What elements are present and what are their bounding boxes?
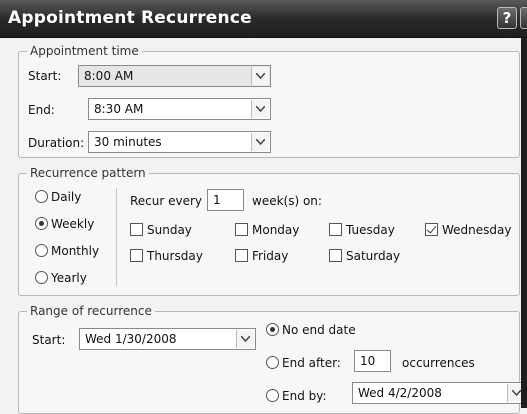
checkbox-box[interactable] — [235, 249, 248, 262]
radio-yearly-label: Yearly — [51, 271, 87, 285]
checkbox-saturday[interactable]: Saturday — [329, 249, 400, 263]
checkbox-box[interactable] — [130, 223, 143, 236]
recur-every-label: Recur every — [130, 194, 203, 208]
end-time-select[interactable]: 8:30 AM — [88, 98, 271, 120]
checkbox-wednesday[interactable]: Wednesday — [425, 223, 511, 237]
range-legend: Range of recurrence — [30, 304, 152, 318]
title-bar: Appointment Recurrence ? — [0, 0, 527, 38]
start-time-label: Start: — [28, 69, 62, 83]
start-time-value: 8:00 AM — [84, 69, 134, 83]
radio-daily[interactable]: Daily — [35, 190, 81, 204]
radio-circle[interactable] — [266, 356, 279, 369]
checkbox-friday[interactable]: Friday — [235, 249, 288, 263]
radio-circle[interactable] — [266, 389, 279, 402]
checkbox-friday-label: Friday — [252, 249, 289, 263]
checkbox-sunday-label: Sunday — [147, 223, 192, 237]
weeks-on-label: week(s) on: — [252, 194, 322, 208]
radio-monthly-label: Monthly — [51, 244, 100, 258]
end-time-value: 8:30 AM — [94, 102, 144, 116]
radio-circle[interactable] — [35, 244, 48, 257]
range-start-select[interactable]: Wed 1/30/2008 — [79, 328, 256, 350]
end-time-label: End: — [28, 103, 55, 117]
radio-no-end-date-label: No end date — [282, 323, 356, 337]
chevron-down-icon[interactable] — [251, 67, 269, 85]
checkbox-box[interactable] — [130, 249, 143, 262]
radio-end-after[interactable]: End after: — [266, 356, 341, 370]
checkbox-monday-label: Monday — [252, 223, 300, 237]
radio-daily-label: Daily — [51, 190, 82, 204]
radio-circle-selected[interactable] — [35, 217, 48, 230]
window-edge — [521, 38, 527, 408]
checkbox-box[interactable] — [329, 223, 342, 236]
occurrences-label: occurrences — [402, 356, 475, 370]
duration-select[interactable]: 30 minutes — [88, 131, 271, 153]
radio-end-after-label: End after: — [282, 356, 341, 370]
radio-circle-selected[interactable] — [266, 323, 279, 336]
recur-every-input[interactable]: 1 — [207, 189, 244, 211]
checkbox-tuesday-label: Tuesday — [346, 223, 395, 237]
checkbox-box[interactable] — [329, 249, 342, 262]
close-button[interactable] — [520, 7, 527, 29]
end-by-value: Wed 4/2/2008 — [358, 386, 442, 400]
range-start-label: Start: — [32, 333, 66, 347]
pattern-separator — [116, 188, 117, 286]
appointment-time-legend: Appointment time — [30, 44, 139, 58]
checkbox-tuesday[interactable]: Tuesday — [329, 223, 395, 237]
radio-weekly-label: Weekly — [51, 217, 95, 231]
recurrence-pattern-legend: Recurrence pattern — [30, 166, 146, 180]
checkbox-thursday[interactable]: Thursday — [130, 249, 203, 263]
radio-end-by[interactable]: End by: — [266, 389, 327, 403]
start-time-select[interactable]: 8:00 AM — [78, 65, 271, 87]
radio-yearly[interactable]: Yearly — [35, 271, 87, 285]
end-by-select[interactable]: Wed 4/2/2008 — [352, 382, 527, 404]
radio-no-end-date[interactable]: No end date — [266, 323, 356, 337]
chevron-down-icon[interactable] — [251, 100, 269, 118]
checkbox-monday[interactable]: Monday — [235, 223, 299, 237]
checkbox-sunday[interactable]: Sunday — [130, 223, 192, 237]
radio-end-by-label: End by: — [282, 389, 327, 403]
window-title: Appointment Recurrence — [8, 8, 252, 28]
occurrences-input[interactable]: 10 — [354, 350, 391, 372]
radio-weekly[interactable]: Weekly — [35, 217, 94, 231]
range-start-value: Wed 1/30/2008 — [85, 332, 177, 346]
help-button[interactable]: ? — [497, 7, 517, 29]
checkbox-box[interactable] — [235, 223, 248, 236]
duration-label: Duration: — [28, 136, 85, 150]
radio-circle[interactable] — [35, 190, 48, 203]
chevron-down-icon[interactable] — [251, 133, 269, 151]
chevron-down-icon[interactable] — [236, 330, 254, 348]
checkbox-wednesday-label: Wednesday — [442, 223, 512, 237]
checkbox-saturday-label: Saturday — [346, 249, 401, 263]
checkbox-box-checked[interactable] — [425, 223, 438, 236]
radio-circle[interactable] — [35, 271, 48, 284]
duration-value: 30 minutes — [94, 135, 162, 149]
radio-monthly[interactable]: Monthly — [35, 244, 99, 258]
checkbox-thursday-label: Thursday — [147, 249, 203, 263]
